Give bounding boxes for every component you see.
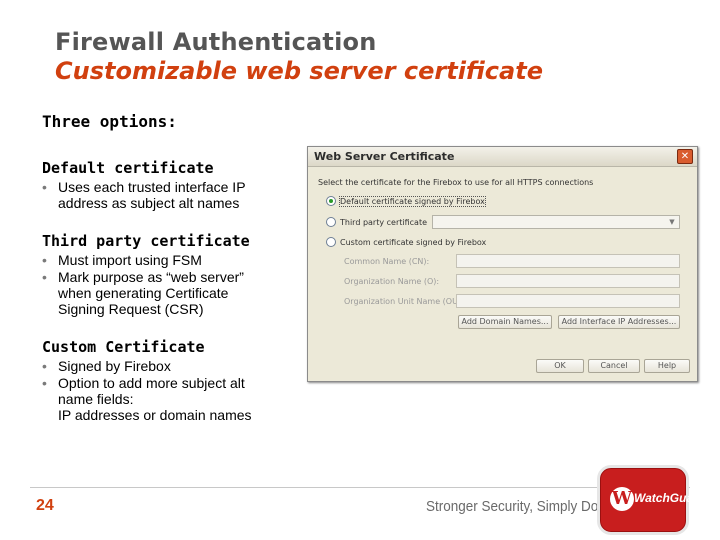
bullet-item: • Must import using FSM <box>42 252 292 268</box>
section-default: Default certificate • Uses each trusted … <box>42 158 292 211</box>
bullet-text-continued: address as subject alt names <box>58 195 240 211</box>
bullet-text-continued: name fields: <box>58 391 134 407</box>
organization-name-label: Organization Name (O): <box>344 277 440 286</box>
web-server-certificate-dialog: Web Server Certificate ✕ Select the cert… <box>307 146 698 382</box>
page-number: 24 <box>36 497 54 514</box>
bullet-dot-icon: • <box>42 252 47 268</box>
logo-text: WatchGuard® <box>634 491 714 505</box>
section-heading: Third party certificate <box>42 232 250 250</box>
bullet-text-continued: IP addresses or domain names <box>58 407 252 423</box>
radio-default-certificate[interactable]: Default certificate signed by Firebox <box>326 195 486 207</box>
dialog-title: Web Server Certificate <box>314 150 455 163</box>
bullet-text-continued: when generating Certificate <box>58 285 229 301</box>
logo-w-icon: W <box>610 487 634 511</box>
section-heading: Default certificate <box>42 159 214 177</box>
bullet-item: • Mark purpose as “web server” when gene… <box>42 269 292 317</box>
bullet-list: Default certificate • Uses each trusted … <box>42 158 292 423</box>
add-interface-ip-button[interactable]: Add Interface IP Addresses... <box>558 315 680 329</box>
organization-name-field[interactable] <box>456 274 680 288</box>
bullet-item: • Option to add more subject alt name fi… <box>42 375 292 423</box>
dialog-title-bar[interactable]: Web Server Certificate ✕ <box>308 147 697 167</box>
radio-label[interactable]: Default certificate signed by Firebox <box>339 195 486 207</box>
bullet-text-continued: Signing Request (CSR) <box>58 301 204 317</box>
bullet-dot-icon: • <box>42 269 47 285</box>
organization-unit-label: Organization Unit Name (OU): <box>344 297 464 306</box>
watchguard-logo: W WatchGuard® <box>597 465 714 535</box>
radio-button-selected[interactable] <box>326 196 336 206</box>
bullet-text: Option to add more subject alt <box>58 375 245 391</box>
radio-third-party-certificate[interactable]: Third party certificate <box>326 216 427 228</box>
radio-label[interactable]: Custom certificate signed by Firebox <box>340 238 486 247</box>
close-button[interactable]: ✕ <box>677 149 693 164</box>
bullet-dot-icon: • <box>42 179 47 195</box>
radio-custom-certificate[interactable]: Custom certificate signed by Firebox <box>326 236 486 248</box>
ok-button[interactable]: OK <box>536 359 584 373</box>
common-name-label: Common Name (CN): <box>344 257 430 266</box>
cancel-button[interactable]: Cancel <box>588 359 640 373</box>
bullet-text: Uses each trusted interface IP <box>58 179 246 195</box>
section-third-party: Third party certificate • Must import us… <box>42 231 292 317</box>
add-domain-names-button[interactable]: Add Domain Names... <box>458 315 552 329</box>
help-button[interactable]: Help <box>644 359 690 373</box>
section-heading: Custom Certificate <box>42 338 205 356</box>
slide-title-line2: Customizable web server certificate <box>55 57 543 85</box>
footer-divider <box>30 487 690 488</box>
organization-unit-field[interactable] <box>456 294 680 308</box>
options-intro: Three options: <box>42 112 177 131</box>
bullet-item: • Signed by Firebox <box>42 358 292 374</box>
radio-button[interactable] <box>326 217 336 227</box>
close-icon: ✕ <box>680 151 690 162</box>
radio-label[interactable]: Third party certificate <box>340 218 427 227</box>
third-party-certificate-select[interactable]: ▼ <box>432 215 680 229</box>
bullet-text: Mark purpose as “web server” <box>58 269 244 285</box>
bullet-text: Signed by Firebox <box>58 358 171 374</box>
bullet-item: • Uses each trusted interface IP address… <box>42 179 292 211</box>
section-custom: Custom Certificate • Signed by Firebox •… <box>42 337 292 423</box>
bullet-text: Must import using FSM <box>58 252 202 268</box>
common-name-field[interactable] <box>456 254 680 268</box>
radio-button[interactable] <box>326 237 336 247</box>
bullet-dot-icon: • <box>42 375 47 391</box>
bullet-dot-icon: • <box>42 358 47 374</box>
slide-title-line1: Firewall Authentication <box>55 28 377 56</box>
dialog-instruction: Select the certificate for the Firebox t… <box>318 178 594 187</box>
chevron-down-icon[interactable]: ▼ <box>666 217 678 227</box>
